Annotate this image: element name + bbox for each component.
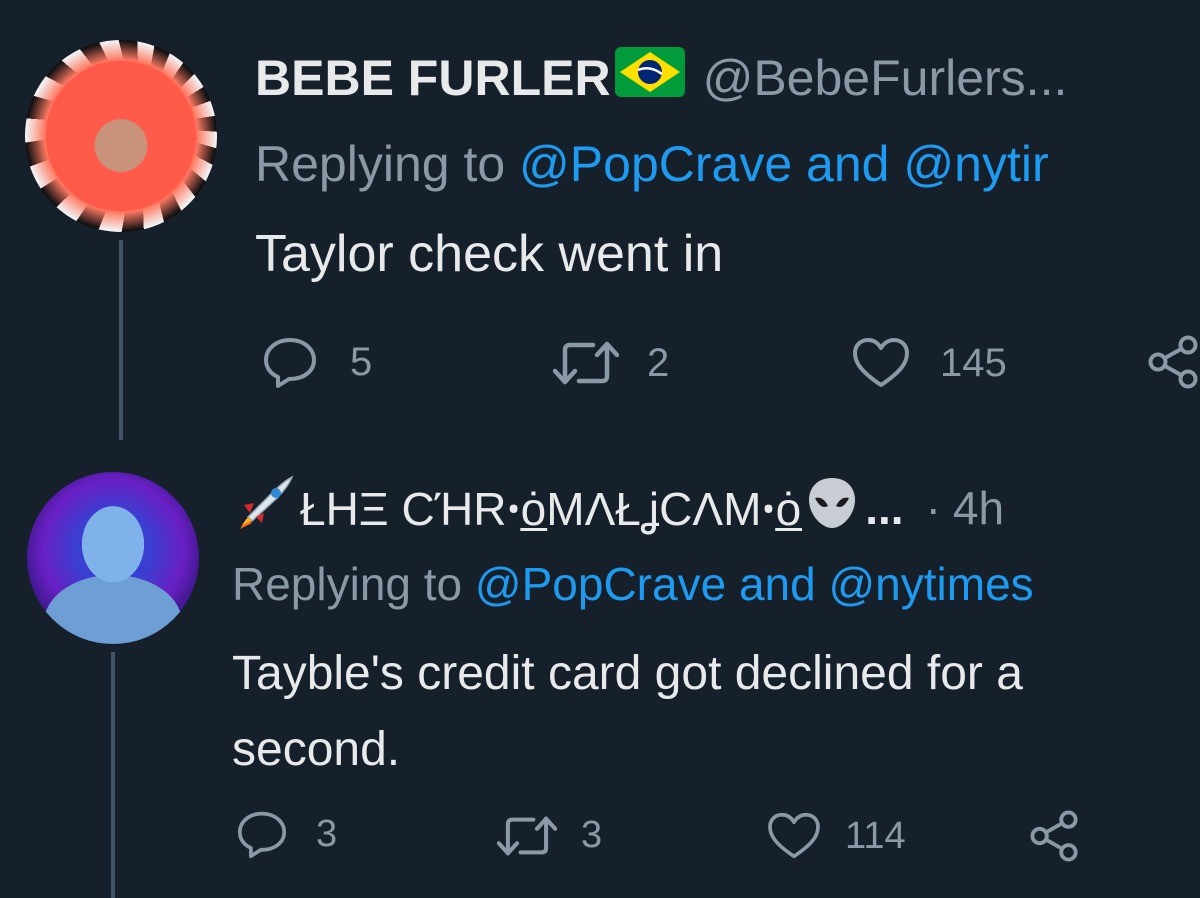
tweet-header: ŁHΞ CΉRꞏȯ̲MΛŁʝCΛΜꞏȯ̲ ... · 4h [234, 474, 1004, 543]
reply-prefix: Replying to [232, 558, 475, 610]
tweet-text: Taylor check went in [255, 225, 724, 283]
like-button[interactable]: 145 [852, 337, 1007, 389]
tweet-1[interactable]: BEBE FURLER @BebeFurlers... Replying to … [0, 0, 1200, 440]
reply-and: and [792, 136, 904, 192]
share-button[interactable] [1148, 334, 1200, 390]
heart-icon [768, 812, 820, 859]
timestamp[interactable]: 4h [953, 481, 1004, 535]
mention-link[interactable]: @nytimes [828, 558, 1033, 610]
share-icon [1148, 335, 1198, 389]
replying-to: Replying to @PopCrave and @nytimes [232, 557, 1034, 611]
alien-icon [803, 474, 861, 543]
like-button[interactable]: 114 [767, 812, 906, 860]
retweet-count: 2 [647, 340, 670, 385]
display-name[interactable]: ŁHΞ CΉRꞏȯ̲MΛŁʝCΛΜꞏȯ̲ [300, 477, 801, 539]
tweet-text: Tayble's credit card got declined for a … [232, 647, 1023, 776]
heart-icon [853, 338, 909, 387]
retweet-count: 3 [581, 814, 603, 856]
name-ellipsis: ... [865, 482, 904, 534]
avatar[interactable] [25, 40, 217, 232]
reply-icon [237, 811, 287, 859]
display-name[interactable]: BEBE FURLER [255, 49, 611, 107]
separator: · [925, 482, 941, 534]
mention-link[interactable]: @PopCrave [475, 558, 726, 610]
replying-to: Replying to @PopCrave and @nytir [255, 135, 1049, 193]
retweet-icon [553, 341, 619, 385]
handle[interactable]: @BebeFurlers... [703, 49, 1068, 107]
avatar[interactable] [27, 472, 199, 644]
retweet-button[interactable]: 2 [553, 340, 669, 386]
thread-line [119, 240, 123, 440]
reply-prefix: Replying to [255, 136, 520, 192]
mention-link[interactable]: @nytir [903, 136, 1048, 192]
retweet-icon [497, 816, 557, 855]
retweet-button[interactable]: 3 [497, 814, 602, 857]
reply-button[interactable]: 3 [236, 809, 337, 859]
share-icon [1030, 810, 1078, 862]
like-count: 114 [845, 814, 906, 857]
reply-icon [264, 338, 316, 388]
reply-count: 5 [350, 339, 373, 384]
thread-line [111, 652, 115, 898]
reply-button[interactable]: 5 [262, 335, 372, 389]
mention-link[interactable]: @PopCrave [519, 136, 792, 192]
tweet-header: BEBE FURLER @BebeFurlers... [255, 47, 1068, 109]
like-count: 145 [940, 340, 1007, 385]
brazil-flag-icon [614, 47, 685, 109]
share-button[interactable] [1030, 809, 1080, 863]
reply-count: 3 [316, 812, 338, 855]
rocket-icon [234, 473, 296, 544]
tweet-2[interactable]: ŁHΞ CΉRꞏȯ̲MΛŁʝCΛΜꞏȯ̲ ... · 4h Replying t… [0, 440, 1200, 898]
reply-and: and [726, 558, 829, 610]
